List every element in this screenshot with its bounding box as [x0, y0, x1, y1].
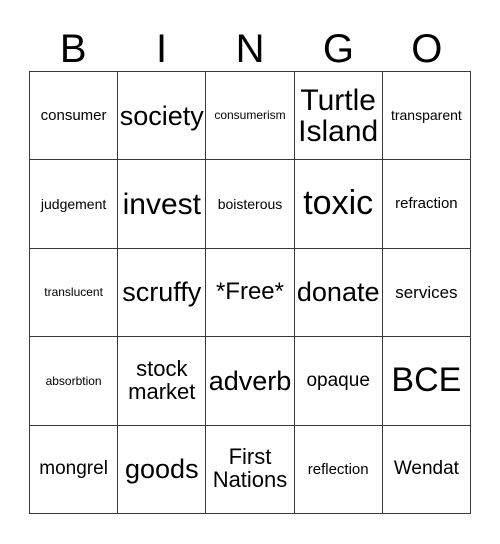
- bingo-cell-label: mongrel: [39, 458, 108, 480]
- bingo-cell-r3c5[interactable]: services: [382, 248, 471, 338]
- bingo-cell-r2c5[interactable]: refraction: [382, 160, 471, 249]
- bingo-cell-r4c1[interactable]: absorbtion: [30, 337, 119, 426]
- bingo-cell-r3c3[interactable]: *Free*: [206, 248, 295, 338]
- bingo-cell-r5c3[interactable]: First Nations: [206, 425, 295, 514]
- bingo-cell-label: translucent: [44, 285, 103, 300]
- bingo-cell-label: consumerism: [214, 108, 286, 123]
- bingo-cell-label: boisterous: [217, 195, 283, 212]
- bingo-header-letter: B: [59, 27, 87, 71]
- bingo-cell-r3c4[interactable]: donate: [294, 248, 383, 338]
- bingo-header-cell-o: O: [383, 14, 471, 71]
- bingo-cell-label: *Free*: [215, 278, 284, 306]
- bingo-header-cell-g: G: [294, 14, 382, 71]
- bingo-cell-label: reflection: [307, 460, 369, 478]
- bingo-cell-r4c2[interactable]: stock market: [118, 337, 207, 426]
- bingo-cell-r2c3[interactable]: boisterous: [206, 160, 295, 249]
- bingo-cell-r1c2[interactable]: society: [118, 72, 207, 161]
- bingo-cell-r1c3[interactable]: consumerism: [206, 72, 295, 161]
- bingo-cell-r5c5[interactable]: Wendat: [382, 425, 471, 514]
- bingo-header: BINGO: [29, 14, 471, 71]
- bingo-cell-label: absorbtion: [45, 373, 102, 388]
- bingo-header-cell-b: B: [29, 14, 117, 71]
- bingo-cell-label: donate: [296, 277, 380, 308]
- bingo-cell-r3c1[interactable]: translucent: [30, 248, 119, 338]
- bingo-cell-r5c4[interactable]: reflection: [294, 425, 383, 514]
- bingo-cell-r3c2[interactable]: scruffy: [118, 248, 207, 338]
- bingo-cell-label: adverb: [208, 365, 292, 396]
- bingo-cell-label: scruffy: [122, 277, 202, 308]
- bingo-cell-label: toxic: [303, 184, 374, 223]
- bingo-cell-r5c2[interactable]: goods: [118, 425, 207, 514]
- bingo-cell-r2c1[interactable]: judgement: [30, 160, 119, 249]
- bingo-cell-r2c4[interactable]: toxic: [294, 160, 383, 249]
- bingo-cell-r1c1[interactable]: consumer: [30, 72, 119, 161]
- bingo-header-cell-i: I: [117, 14, 205, 71]
- bingo-cell-label: consumer: [40, 106, 107, 124]
- bingo-cell-r4c4[interactable]: opaque: [294, 337, 383, 426]
- bingo-cell-label: society: [119, 100, 204, 131]
- bingo-header-letter: O: [411, 27, 443, 71]
- bingo-cell-label: BCE: [391, 361, 462, 400]
- bingo-header-cell-n: N: [206, 14, 294, 71]
- bingo-header-letter: I: [156, 27, 168, 71]
- bingo-card: B I N G O consumer society consumerism Turtle I…: [0, 0, 500, 544]
- bingo-cell-label: transparent: [390, 107, 462, 124]
- bingo-cell-label: opaque: [306, 370, 370, 392]
- bingo-cell-label: services: [395, 282, 458, 302]
- bingo-cell-label: Wendat: [393, 458, 459, 480]
- bingo-cell-label: invest: [122, 187, 201, 221]
- bingo-cell-label: goods: [125, 454, 199, 485]
- bingo-cell-label: First Nations: [212, 444, 288, 493]
- bingo-grid: consumer society consumerism Turtle Island t…: [29, 71, 471, 514]
- bingo-cell-r2c2[interactable]: invest: [118, 160, 207, 249]
- bingo-cell-r5c1[interactable]: mongrel: [30, 425, 119, 514]
- bingo-cell-r4c5[interactable]: BCE: [382, 337, 471, 426]
- bingo-cell-label: judgement: [40, 195, 107, 212]
- bingo-cell-label: stock market: [128, 356, 196, 404]
- bingo-cell-label: Turtle Island: [298, 83, 379, 148]
- bingo-cell-r4c3[interactable]: adverb: [206, 337, 295, 426]
- bingo-cell-r1c4[interactable]: Turtle Island: [294, 72, 383, 161]
- bingo-cell-r1c5[interactable]: transparent: [382, 72, 471, 161]
- bingo-cell-label: refraction: [395, 195, 458, 213]
- bingo-header-letter: N: [235, 27, 265, 71]
- bingo-header-letter: G: [322, 27, 354, 71]
